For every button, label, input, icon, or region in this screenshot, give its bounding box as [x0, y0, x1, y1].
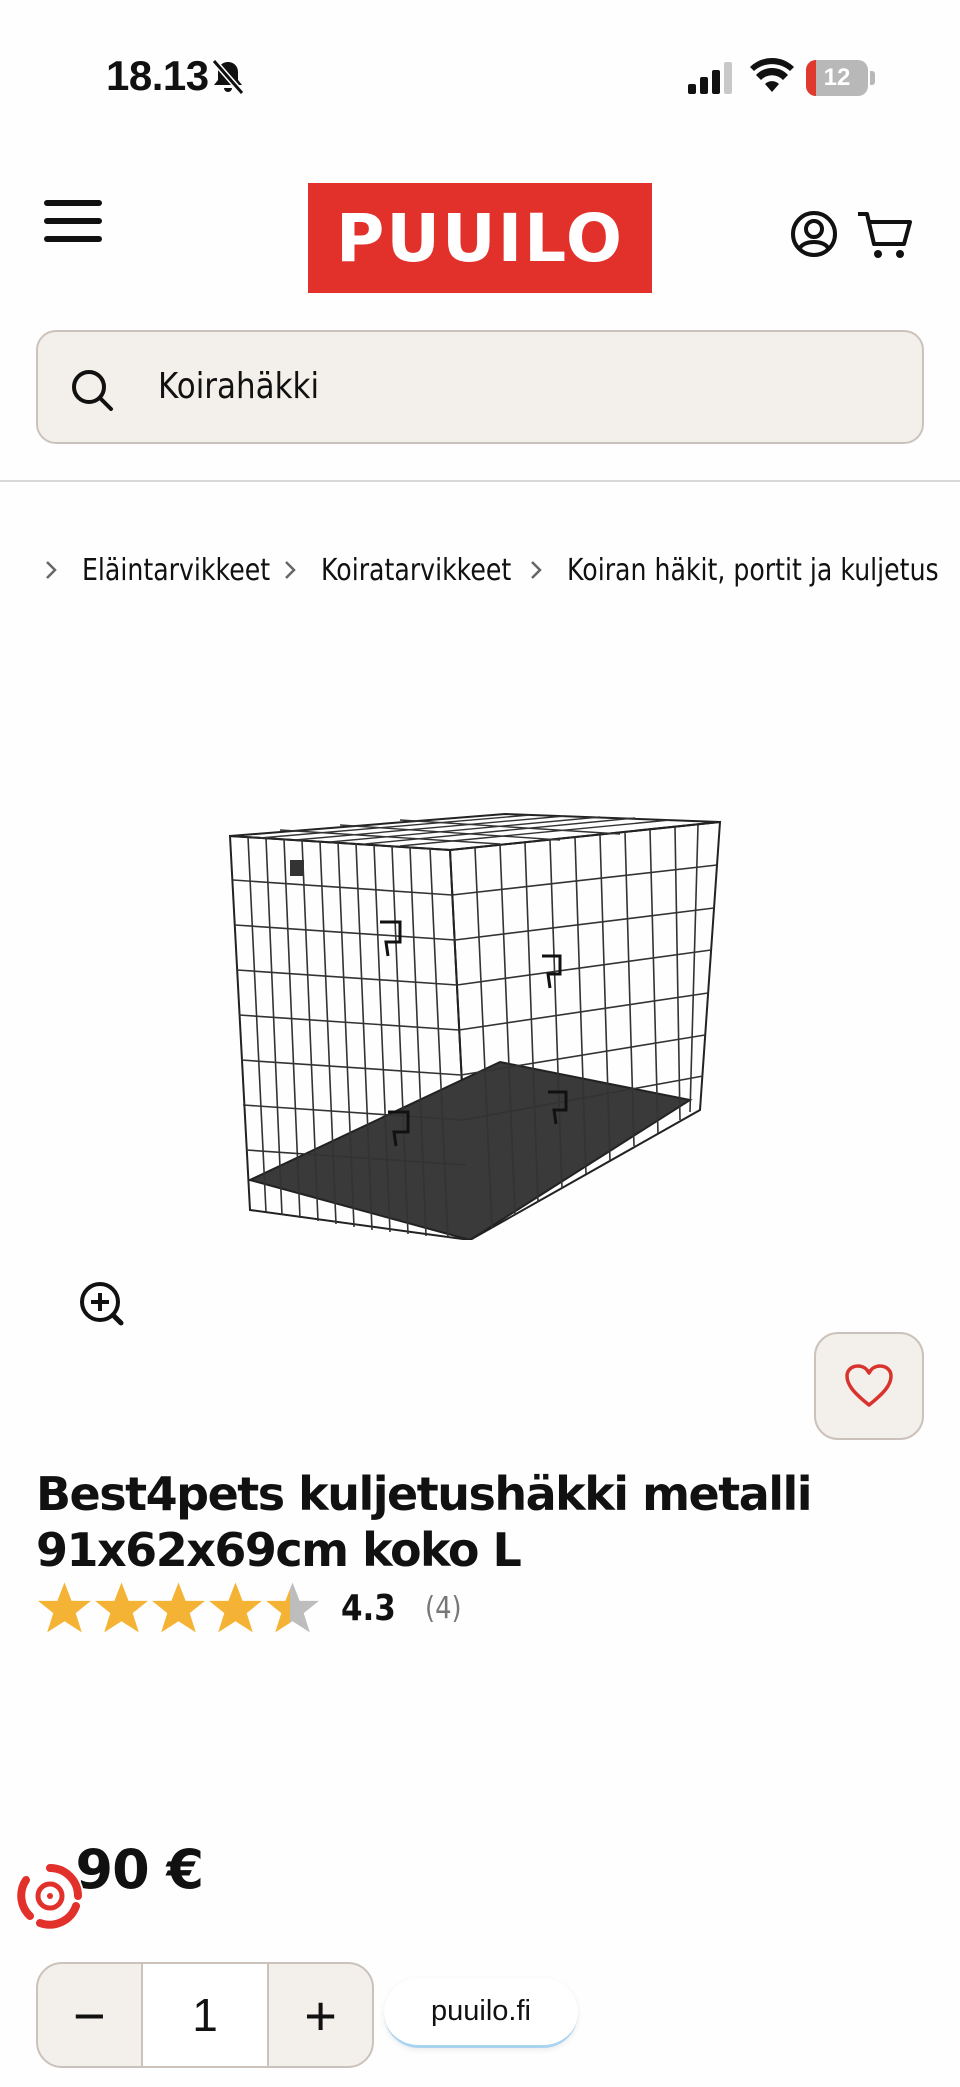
rating-stars	[36, 1580, 321, 1636]
logo[interactable]: PUUILO	[308, 183, 652, 293]
increase-quantity-button[interactable]: +	[269, 1964, 372, 2066]
product-title: Best4pets kuljetushäkki metalli 91x62x69…	[36, 1467, 813, 1577]
product-image	[228, 812, 722, 1240]
quantity-stepper: − 1 +	[36, 1962, 374, 2068]
cart-icon[interactable]	[856, 208, 912, 262]
menu-icon[interactable]	[44, 200, 104, 244]
chevron-right-icon	[46, 561, 57, 579]
chevron-right-icon	[285, 561, 296, 579]
url-bar[interactable]: puuilo.fi	[384, 1978, 578, 2048]
battery-tip	[870, 71, 875, 85]
account-icon[interactable]	[790, 210, 838, 258]
breadcrumb-item[interactable]: Koiratarvikkeet	[283, 552, 512, 588]
chat-widget-icon[interactable]	[14, 1860, 86, 1932]
quantity-value[interactable]: 1	[140, 1964, 270, 2066]
search-input[interactable]: Koirahäkki	[36, 330, 924, 444]
header-divider	[0, 480, 960, 482]
battery-icon: 12	[806, 60, 875, 96]
heart-icon	[845, 1364, 893, 1407]
battery-body: 12	[806, 60, 868, 96]
breadcrumb-label: Eläintarvikkeet	[82, 552, 271, 588]
star-icon	[95, 1582, 148, 1633]
star-icon	[209, 1582, 262, 1633]
breadcrumb: Eläintarvikkeet Koiratarvikkeet Koiran h…	[44, 548, 960, 592]
breadcrumb-label: Koiratarvikkeet	[321, 552, 512, 588]
wifi-icon	[750, 58, 794, 92]
bell-slash-icon	[211, 59, 245, 95]
decrease-quantity-button[interactable]: −	[38, 1964, 141, 2066]
rating-value: 4.3	[341, 1587, 396, 1629]
breadcrumb-item[interactable]: Eläintarvikkeet	[44, 552, 271, 588]
rating-count: (4)	[424, 1590, 462, 1626]
breadcrumb-item[interactable]: Koiran häkit, portit ja kuljetus	[529, 553, 960, 588]
star-half-icon	[266, 1582, 319, 1633]
zoom-in-icon[interactable]	[78, 1280, 124, 1326]
star-icon	[152, 1582, 205, 1633]
status-bar: 18.13 12	[0, 0, 960, 150]
search-icon	[72, 370, 113, 411]
battery-level: 12	[823, 64, 851, 91]
breadcrumb-label: Koiran häkit, portit ja kuljetus	[567, 552, 939, 588]
chevron-right-icon	[531, 561, 542, 579]
wishlist-button[interactable]	[814, 1332, 924, 1440]
search-value: Koirahäkki	[158, 366, 320, 407]
status-time: 18.13	[106, 52, 209, 99]
star-icon	[38, 1582, 91, 1633]
rating-row[interactable]: 4.3 (4)	[36, 1580, 467, 1636]
logo-text: PUUILO	[336, 199, 624, 277]
cellular-signal-icon	[688, 62, 732, 94]
